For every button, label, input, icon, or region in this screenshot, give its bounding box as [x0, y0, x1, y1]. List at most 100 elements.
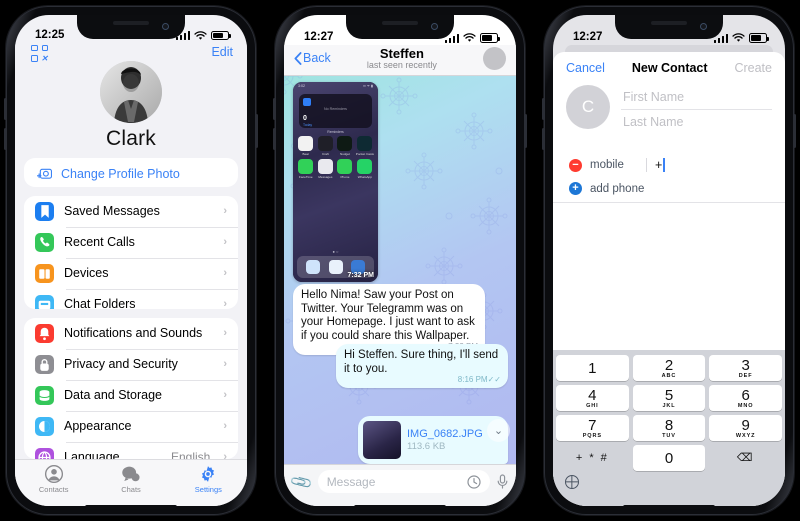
contacts-icon [44, 464, 63, 484]
read-receipt-icon: ✓✓ [487, 374, 501, 384]
tab-chats[interactable]: Chats [92, 464, 169, 494]
volume-down-button[interactable] [4, 128, 7, 150]
key-0[interactable]: 0 [632, 445, 706, 471]
app-icon-bear: Bear [297, 136, 315, 156]
key-[interactable]: + * # [556, 445, 629, 471]
key-number: 7 [588, 416, 597, 434]
edit-button[interactable]: Edit [211, 45, 233, 59]
power-button[interactable] [793, 114, 796, 148]
volume-down-button[interactable] [542, 128, 545, 150]
volume-up-button[interactable] [4, 98, 7, 120]
message-bubble-outgoing[interactable]: Hi Steffen. Sure thing, I'll send it to … [336, 344, 508, 388]
key-9[interactable]: 9 WXYZ [709, 415, 782, 441]
add-phone-row[interactable]: + add phone [553, 178, 785, 203]
settings-row-devices[interactable]: Devices › [24, 257, 238, 289]
globe-icon [35, 447, 54, 459]
schedule-icon[interactable] [467, 474, 481, 489]
tab-label: Chats [121, 485, 141, 494]
change-profile-photo-label: Change Profile Photo [61, 166, 180, 181]
qr-code-icon[interactable]: ✕ [31, 44, 48, 62]
reminders-widget: No Reminders 0 Today [299, 94, 372, 128]
paperclip-icon[interactable]: 📎 [289, 469, 314, 495]
tab-settings[interactable]: Settings [170, 464, 247, 494]
settings-row-language[interactable]: Language English › [24, 441, 238, 459]
shared-screenshot: 3:02 ▪▪ ᯤ ▮ No Reminders 0 Today Reminde… [293, 82, 378, 282]
power-button[interactable] [524, 114, 527, 148]
app-label: Nudget [339, 152, 350, 156]
volume-down-button[interactable] [273, 128, 276, 150]
settings-row-data-and-storage[interactable]: Data and Storage › [24, 379, 238, 411]
phone-field-row: − mobile + [553, 152, 785, 178]
settings-row-label: Appearance [64, 419, 132, 434]
home-indicator[interactable] [85, 505, 177, 509]
last-name-field[interactable]: Last Name [621, 110, 772, 134]
wifi-icon [732, 33, 745, 42]
data-icon [39, 389, 50, 401]
power-button[interactable] [255, 114, 258, 148]
globe-icon[interactable] [565, 475, 579, 489]
first-name-field[interactable]: First Name [621, 85, 772, 110]
key-6[interactable]: 6 MNO [709, 385, 782, 411]
phone-3-screen: 12:27 Cancel New Contact Create C First … [553, 15, 785, 506]
key-5[interactable]: 5 JKL [632, 385, 706, 411]
settings-row-chat-folders[interactable]: Chat Folders › [24, 288, 238, 309]
app-grid: Bear Craft Nudget Pocket Casts FaceTime Messa… [297, 136, 374, 179]
keyboard-bottom-row [556, 471, 782, 503]
app-icon-pocket-casts: Pocket Casts [356, 136, 374, 156]
folder-icon [38, 300, 51, 309]
key-4[interactable]: 4 GHI [556, 385, 629, 411]
settings-row-value: English [170, 450, 211, 459]
minus-circle-icon[interactable]: − [569, 158, 582, 172]
sheet-peek [565, 45, 773, 52]
change-profile-photo-card[interactable]: Change Profile Photo [24, 157, 238, 187]
notch [615, 15, 723, 39]
phone-number-input[interactable]: + [646, 158, 772, 172]
plus-circle-icon: + [569, 182, 582, 195]
screenshot-status-time: 3:02 [298, 84, 305, 88]
chevron-right-icon: › [223, 205, 227, 218]
volume-up-button[interactable] [542, 98, 545, 120]
settings-row-appearance[interactable]: Appearance › [24, 410, 238, 442]
change-profile-photo-button[interactable]: Change Profile Photo [24, 158, 238, 187]
app-tile [337, 159, 353, 174]
app-label: FaceTime [298, 175, 313, 179]
volume-up-button[interactable] [273, 98, 276, 120]
key-8[interactable]: 8 TUV [632, 415, 706, 441]
settings-row-saved-messages[interactable]: Saved Messages › [24, 196, 238, 227]
message-time: 8:16 PM✓✓ [457, 374, 501, 384]
settings-row-notifications-and-sounds[interactable]: Notifications and Sounds › [24, 318, 238, 349]
chat-title-block[interactable]: Steffen last seen recently [327, 46, 477, 70]
home-indicator[interactable] [623, 505, 715, 509]
microphone-icon[interactable] [497, 474, 508, 489]
globe-icon [38, 451, 51, 459]
cancel-button[interactable]: Cancel [566, 61, 605, 75]
avatar[interactable] [100, 60, 162, 123]
key-7[interactable]: 7 PQRS [556, 415, 629, 441]
settings-row-privacy-and-security[interactable]: Privacy and Security › [24, 348, 238, 380]
home-indicator[interactable] [354, 505, 446, 509]
app-label: Bear [302, 152, 310, 156]
key-1[interactable]: 1 [556, 355, 629, 381]
message-list[interactable]: 3:02 ▪▪ ᯤ ▮ No Reminders 0 Today Reminde… [284, 76, 516, 464]
contact-avatar[interactable]: C [566, 85, 610, 129]
chevron-down-icon[interactable]: ⌄ [487, 419, 510, 442]
devices-icon [35, 263, 54, 283]
back-button[interactable]: Back [294, 51, 331, 65]
key-[interactable]: ⌫ [709, 445, 782, 471]
file-message[interactable]: IMG_0682.JPG 113.6 KB [358, 416, 508, 464]
app-label: Pocket Casts [355, 152, 374, 156]
phone-2-screen: 12:27 Back Steffen last seen recently 3:… [284, 15, 516, 506]
settings-row-recent-calls[interactable]: Recent Calls › [24, 226, 238, 258]
key-letters: WXYZ [735, 432, 756, 439]
screenshot-stage: 12:25 ✕ Edit Clark Change Profile Photo … [0, 0, 800, 521]
screenshot-status-icons: ▪▪ ᯤ ▮ [363, 84, 373, 88]
key-2[interactable]: 2 ABC [632, 355, 706, 381]
phone-label[interactable]: mobile [590, 159, 638, 171]
photo-message[interactable]: 3:02 ▪▪ ᯤ ▮ No Reminders 0 Today Reminde… [293, 82, 378, 282]
key-3[interactable]: 3 DEF [709, 355, 782, 381]
create-button[interactable]: Create [734, 61, 772, 75]
contact-avatar[interactable] [483, 46, 506, 70]
tab-contacts[interactable]: Contacts [15, 464, 92, 494]
message-input[interactable]: Message [317, 470, 490, 493]
settings-row-label: Recent Calls [64, 235, 135, 250]
